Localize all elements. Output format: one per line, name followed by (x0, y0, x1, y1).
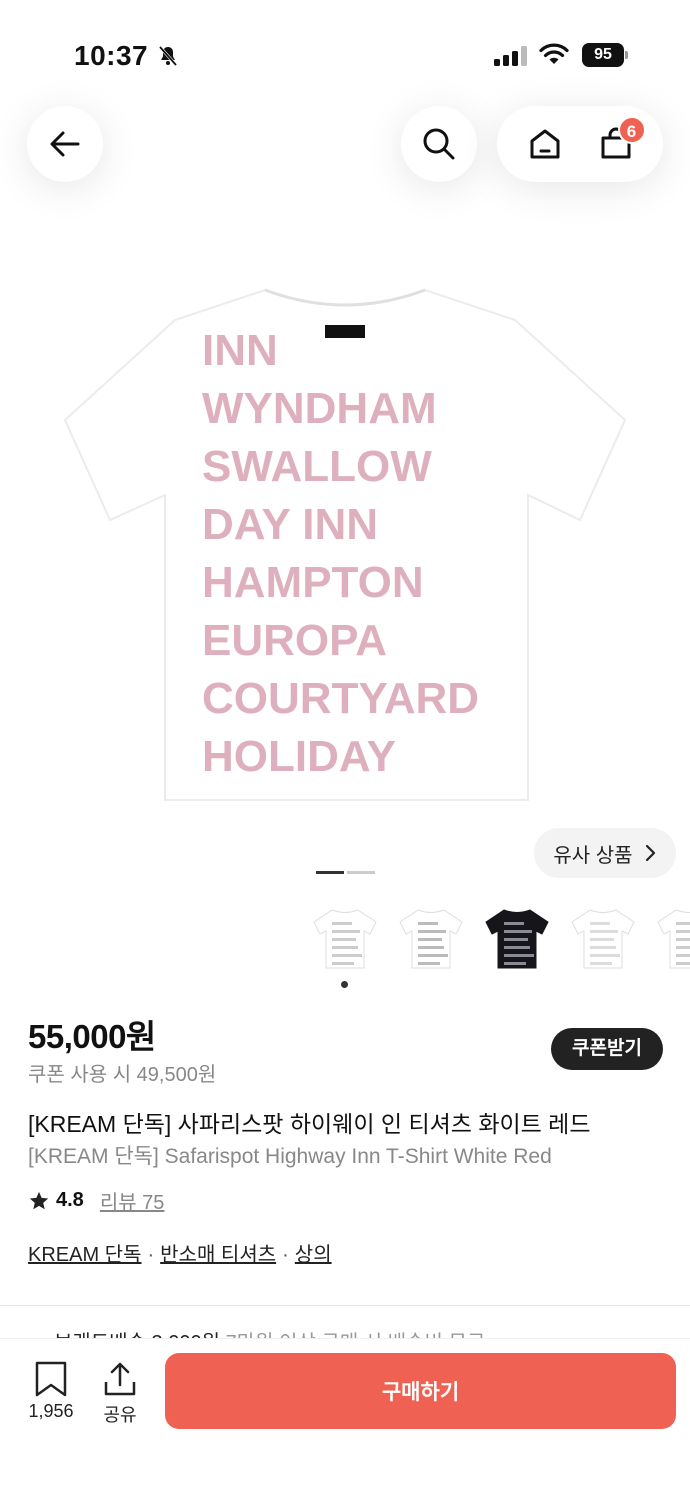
search-button[interactable] (401, 106, 477, 182)
cart-count-badge: 6 (617, 116, 646, 144)
category-tags: KREAM 단독 · 반소매 티셔츠 · 상의 (28, 1238, 332, 1267)
thumbnail-white-1[interactable] (307, 900, 383, 976)
bottom-action-bar: 1,956 공유 구매하기 (0, 1338, 690, 1500)
status-bar: 10:37 95 (0, 0, 690, 100)
wifi-icon (539, 43, 569, 64)
battery-cap (625, 51, 628, 59)
tag-short-sleeve-tshirt[interactable]: 반소매 티셔츠 (160, 1244, 276, 1266)
product-title-english: [KREAM 단독] Safarispot Highway Inn T-Shir… (28, 1145, 552, 1168)
home-icon (530, 129, 559, 159)
product-image[interactable]: INN WYNDHAM SWALLOW DAY INN HAMPTON EUROPA COU… (60, 280, 630, 805)
tshirt-print-line: SWALLOW (202, 442, 432, 491)
similar-products-label: 유사 상품 (553, 844, 633, 867)
tag-tops[interactable]: 상의 (295, 1244, 332, 1266)
image-page-indicator-active (316, 871, 344, 874)
back-button[interactable] (27, 106, 103, 182)
product-price: 55,000원 (28, 1018, 156, 1055)
buy-button[interactable]: 구매하기 (165, 1353, 676, 1429)
star-icon (29, 1191, 49, 1209)
tshirt-print-line: HOLIDAY (202, 732, 396, 781)
bookmark-button[interactable]: 1,956 (22, 1361, 80, 1422)
rating-row: 4.8 리뷰 75 (28, 1186, 164, 1215)
tshirt-thumb-icon (485, 909, 549, 969)
thumbnail-white-3[interactable] (565, 900, 641, 976)
arrow-left-icon (50, 131, 80, 157)
tshirt-thumb-icon (399, 909, 463, 969)
tshirt-print-line: HAMPTON (202, 558, 424, 607)
image-page-indicator (347, 871, 375, 874)
share-icon (104, 1362, 136, 1396)
tshirt-thumb-icon (657, 909, 690, 969)
tshirt-thumb-icon (571, 909, 635, 969)
tshirt-thumb-icon (313, 909, 377, 969)
thumbnail-black[interactable] (479, 900, 555, 976)
coupon-price-text: 쿠폰 사용 시 49,500원 (28, 1064, 217, 1086)
product-title-korean: [KREAM 단독] 사파리스팟 하이웨이 인 티셔츠 화이트 레드 (28, 1111, 591, 1137)
home-cart-pill: 6 (497, 106, 663, 182)
thumbnail-white-4[interactable] (651, 900, 690, 976)
get-coupon-button[interactable]: 쿠폰받기 (551, 1028, 663, 1070)
similar-products-button[interactable]: 유사 상품 (534, 828, 676, 878)
signal-icon (494, 46, 527, 66)
tshirt-print-line: DAY INN (202, 500, 378, 549)
rating-score: 4.8 (56, 1189, 84, 1211)
tshirt-print-line: EUROPA (202, 616, 387, 665)
share-label: 공유 (103, 1405, 137, 1425)
bookmark-icon (35, 1361, 67, 1397)
section-divider (0, 1305, 690, 1306)
bell-slash-icon (158, 46, 178, 66)
share-button[interactable]: 공유 (96, 1361, 144, 1427)
thumbnail-strip (307, 900, 690, 976)
tshirt-print-line: INN (202, 326, 278, 375)
tshirt-print-line: COURTYARD (202, 674, 479, 723)
thumbnail-page-dot (341, 981, 348, 988)
chevron-right-icon (645, 844, 655, 862)
status-time: 10:37 (74, 40, 149, 71)
review-count-link[interactable]: 리뷰 75 (100, 1186, 165, 1215)
search-icon (423, 128, 455, 160)
tag-kream-exclusive[interactable]: KREAM 단독 (28, 1244, 141, 1266)
home-button[interactable] (517, 116, 573, 172)
tshirt-print-line: WYNDHAM (202, 384, 437, 433)
cart-button[interactable]: 6 (588, 116, 646, 172)
battery-level: 95 (582, 43, 624, 67)
tag-separator: · (147, 1244, 155, 1266)
battery-indicator: 95 (582, 43, 628, 67)
tag-separator: · (282, 1244, 289, 1266)
thumbnail-white-2[interactable] (393, 900, 469, 976)
bookmark-count: 1,956 (28, 1401, 74, 1421)
